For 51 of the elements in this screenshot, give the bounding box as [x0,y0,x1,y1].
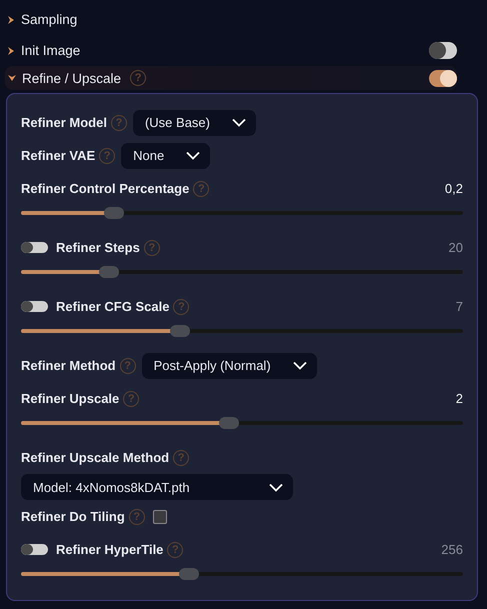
slider-thumb[interactable] [99,266,120,278]
help-icon[interactable]: ? [167,542,184,558]
setting-value: 256 [441,542,463,557]
toggle-switch[interactable] [429,70,457,86]
setting-label: Refiner Control Percentage [21,181,190,196]
dropdown[interactable]: Model: 4xNomos8kDAT.pth [21,474,293,500]
setting-label: Refiner Method [21,358,116,373]
setting-value: 7 [456,299,463,314]
caret-icon [292,361,307,370]
setting-label: Refiner Steps [56,240,140,255]
dropdown[interactable]: Post-Apply (Normal) [142,352,317,378]
chevron-icon[interactable] [6,46,16,56]
setting-label: Refiner Upscale Method [21,450,170,465]
help-icon[interactable]: ? [128,508,145,524]
help-icon[interactable]: ? [99,148,116,164]
setting-label: Refiner Upscale [21,391,120,406]
dropdown[interactable]: (Use Base) [132,110,256,136]
caret-icon [269,482,283,492]
slider-thumb[interactable] [104,207,124,219]
section-title[interactable]: Sampling [21,12,78,27]
help-icon[interactable]: ? [130,70,146,86]
help-icon[interactable]: ? [173,298,190,314]
slider-thumb[interactable] [218,417,239,429]
chevron-icon[interactable] [6,14,16,24]
help-icon[interactable]: ? [144,240,160,256]
setting-label: Refiner CFG Scale [56,299,170,314]
section-title[interactable]: Refine / Upscale [22,70,122,86]
toggle-switch[interactable] [21,544,48,555]
help-icon[interactable]: ? [193,180,210,196]
section-title[interactable]: Init Image [21,43,80,58]
setting-value: 0,2 [444,181,463,196]
help-icon[interactable]: ? [123,390,140,406]
setting-label: Refiner HyperTile [56,542,164,557]
slider-thumb[interactable] [170,325,190,337]
toggle-switch[interactable] [21,242,48,253]
dropdown[interactable]: None [121,142,210,168]
help-icon[interactable]: ? [110,114,127,130]
setting-value: 2 [456,391,463,406]
toggle-switch[interactable] [21,301,48,312]
checkbox[interactable] [152,510,167,524]
help-icon[interactable]: ? [120,358,136,374]
toggle-switch[interactable] [429,42,457,59]
help-icon[interactable]: ? [173,450,190,466]
slider-thumb[interactable] [178,568,199,580]
setting-value: 20 [448,240,463,255]
setting-label: Refiner Do Tiling [21,509,125,524]
setting-label: Refiner Model [21,115,107,130]
caret-icon [186,151,200,160]
setting-label: Refiner VAE [21,148,96,163]
chevron-icon[interactable] [7,73,17,83]
caret-icon [232,118,246,127]
